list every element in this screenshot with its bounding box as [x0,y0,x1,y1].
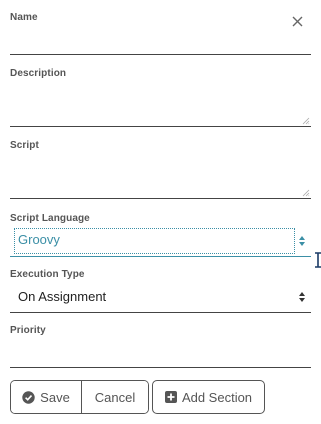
cancel-button[interactable]: Cancel [82,381,148,413]
check-circle-icon [22,390,35,404]
add-section-label: Add Section [181,389,253,405]
script-language-label: Script Language [10,213,90,224]
execution-type-value: On Assignment [18,289,107,304]
script-language-select[interactable]: Groovy [10,226,311,257]
priority-input[interactable] [10,347,311,368]
script-textarea[interactable] [10,158,311,199]
save-button[interactable]: Save [11,381,82,413]
resize-grip-icon[interactable] [302,189,310,197]
close-button[interactable] [290,14,306,30]
sort-arrows-icon [299,236,305,246]
save-label: Save [40,389,70,405]
script-language-value: Groovy [18,232,60,247]
description-textarea[interactable] [10,86,311,127]
close-icon [292,16,303,27]
description-label: Description [10,68,67,79]
add-section-button[interactable]: Add Section [152,380,265,414]
sort-arrows-icon [299,292,305,302]
name-label: Name [10,12,38,23]
resize-grip-icon[interactable] [302,117,310,125]
name-input[interactable] [10,34,311,55]
text-cursor-icon [315,252,321,268]
priority-label: Priority [10,325,46,336]
execution-type-label: Execution Type [10,269,85,280]
plus-square-icon [164,391,177,403]
cancel-label: Cancel [94,389,136,405]
script-label: Script [10,140,39,151]
execution-type-select[interactable]: On Assignment [10,282,311,313]
save-cancel-group: Save Cancel [10,380,149,414]
